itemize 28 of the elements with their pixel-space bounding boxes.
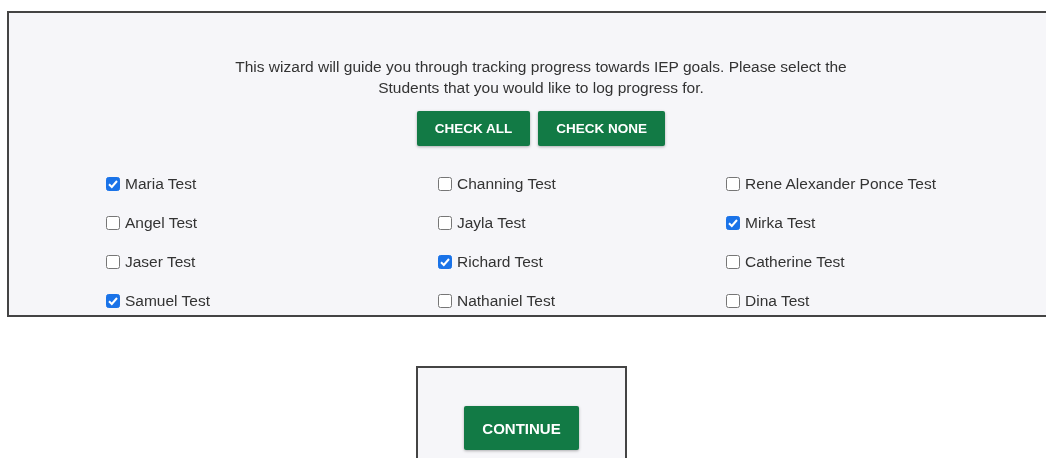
- student-label[interactable]: Samuel Test: [125, 291, 210, 310]
- checkbox[interactable]: [726, 254, 740, 269]
- checkbox[interactable]: [106, 215, 120, 230]
- checkbox[interactable]: [438, 215, 452, 230]
- checkbox[interactable]: [726, 176, 740, 191]
- student-label[interactable]: Mirka Test: [745, 213, 816, 232]
- checkbox[interactable]: [726, 293, 740, 308]
- student-label[interactable]: Jayla Test: [457, 213, 526, 232]
- student-label[interactable]: Jaser Test: [125, 252, 196, 271]
- student-label[interactable]: Maria Test: [125, 174, 197, 193]
- continue-button[interactable]: CONTINUE: [464, 406, 579, 450]
- student-label[interactable]: Catherine Test: [745, 252, 845, 271]
- checkbox[interactable]: [726, 215, 740, 230]
- checkbox[interactable]: [106, 293, 120, 308]
- checkbox[interactable]: [438, 254, 452, 269]
- student-label[interactable]: Dina Test: [745, 291, 810, 310]
- checkbox[interactable]: [106, 176, 120, 191]
- student-label[interactable]: Rene Alexander Ponce Test: [745, 174, 936, 193]
- checkbox[interactable]: [106, 254, 120, 269]
- checkbox[interactable]: [438, 176, 452, 191]
- intro-text: This wizard will guide you through tracking progress towards IEP goals. Please select the Students that you would like to log progress for.: [234, 57, 848, 98]
- checkbox[interactable]: [438, 293, 452, 308]
- student-label[interactable]: Nathaniel Test: [457, 291, 555, 310]
- student-label[interactable]: Richard Test: [457, 252, 543, 271]
- check-none-button[interactable]: CHECK NONE: [538, 111, 666, 146]
- student-label[interactable]: Channing Test: [457, 174, 556, 193]
- check-all-button[interactable]: CHECK ALL: [416, 111, 531, 146]
- student-label[interactable]: Angel Test: [125, 213, 198, 232]
